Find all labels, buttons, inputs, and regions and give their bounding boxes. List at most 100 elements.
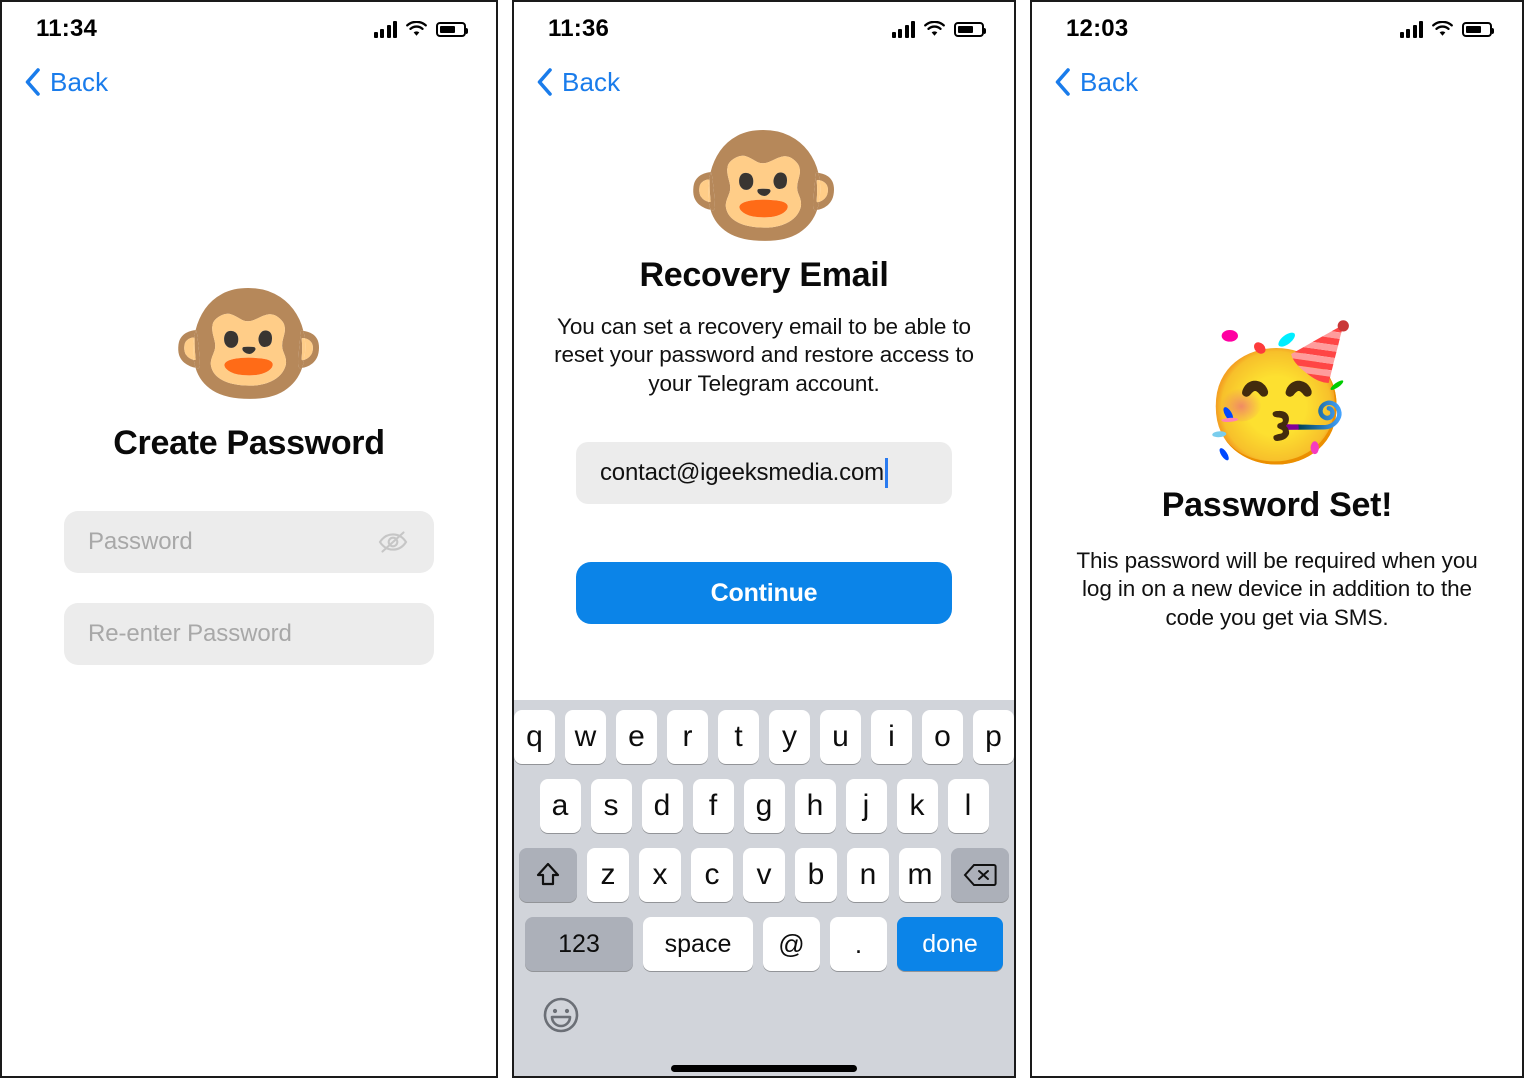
- keyboard-row-3: z x c v b n m: [519, 848, 1009, 902]
- key-a[interactable]: a: [539, 779, 581, 833]
- confirm-password-input[interactable]: Re-enter Password: [64, 603, 434, 665]
- backspace-key[interactable]: [951, 848, 1009, 902]
- navigation-bar: Back: [1032, 56, 1522, 108]
- status-bar-time: 11:36: [548, 15, 610, 42]
- back-button[interactable]: Back: [528, 63, 628, 102]
- back-button-label: Back: [562, 66, 621, 97]
- wifi-icon: [406, 20, 427, 36]
- key-c[interactable]: c: [691, 848, 733, 902]
- monkey-face-emoji: 🐵: [169, 272, 329, 415]
- period-key[interactable]: .: [830, 917, 887, 971]
- primary-action-container: Continue: [576, 562, 952, 625]
- recovery-email-form: contact@igeeksmedia.com: [576, 442, 952, 505]
- backspace-delete-icon: [963, 864, 997, 886]
- battery-icon: [436, 21, 468, 37]
- key-d[interactable]: d: [641, 779, 683, 833]
- shift-key[interactable]: [519, 848, 577, 902]
- keyboard-row-2: a s d f g h j k l: [519, 779, 1009, 833]
- key-b[interactable]: b: [795, 848, 837, 902]
- status-bar: 11:36: [514, 2, 1014, 56]
- status-bar-icons: [1399, 20, 1494, 38]
- password-input-placeholder: Password: [88, 528, 193, 555]
- password-input[interactable]: Password: [64, 511, 434, 573]
- screen-content: 🥳 Password Set! This password will be re…: [1032, 322, 1522, 1076]
- done-key[interactable]: done: [897, 917, 1003, 971]
- key-e[interactable]: e: [616, 710, 657, 764]
- key-u[interactable]: u: [820, 710, 861, 764]
- phone-screen-recovery-email: 11:36 Back 🐵 Recovery Email You can set …: [512, 0, 1016, 1078]
- chevron-left-icon: [537, 68, 552, 96]
- key-w[interactable]: w: [565, 710, 606, 764]
- phone-screen-create-password: 11:34 Back 🐵 Create Password Password Re…: [0, 0, 498, 1078]
- status-bar: 11:34: [2, 2, 496, 56]
- keyboard-row-1: q w e r t y u i o p: [514, 710, 1014, 764]
- key-h[interactable]: h: [794, 779, 836, 833]
- key-i[interactable]: i: [871, 710, 912, 764]
- home-indicator: [671, 1065, 857, 1072]
- key-r[interactable]: r: [667, 710, 708, 764]
- key-v[interactable]: v: [743, 848, 785, 902]
- monkey-face-emoji: 🐵: [684, 114, 844, 257]
- battery-icon: [954, 21, 986, 37]
- page-description: This password will be required when you …: [1076, 548, 1478, 630]
- three-screen-comparison: 11:34 Back 🐵 Create Password Password Re…: [0, 0, 1524, 1078]
- back-button-label: Back: [50, 66, 109, 97]
- continue-button[interactable]: Continue: [576, 562, 952, 625]
- numbers-key[interactable]: 123: [525, 917, 633, 971]
- wifi-icon: [1432, 20, 1453, 36]
- key-p[interactable]: p: [973, 710, 1014, 764]
- back-button-label: Back: [1080, 66, 1139, 97]
- at-sign-key[interactable]: @: [763, 917, 820, 971]
- key-f[interactable]: f: [692, 779, 734, 833]
- navigation-bar: Back: [514, 56, 1014, 108]
- key-o[interactable]: o: [922, 710, 963, 764]
- key-z[interactable]: z: [587, 848, 629, 902]
- key-q[interactable]: q: [514, 710, 555, 764]
- phone-screen-password-set: 12:03 Back 🥳 Password Set! This password…: [1030, 0, 1524, 1078]
- page-title: Create Password: [113, 424, 385, 462]
- chevron-left-icon: [1055, 68, 1070, 96]
- recovery-email-input[interactable]: contact@igeeksmedia.com: [576, 442, 952, 505]
- battery-icon: [1462, 21, 1494, 37]
- key-m[interactable]: m: [899, 848, 941, 902]
- text-cursor: [884, 458, 888, 489]
- status-bar: 12:03: [1032, 2, 1522, 56]
- key-k[interactable]: k: [896, 779, 938, 833]
- page-description: You can set a recovery email to be able …: [554, 314, 974, 396]
- page-title: Recovery Email: [639, 256, 889, 294]
- shift-arrow-icon: [536, 862, 560, 886]
- cellular-bars-icon: [1399, 20, 1423, 38]
- on-screen-keyboard: q w e r t y u i o p a s d f g h j k l z …: [514, 700, 1014, 1076]
- keyboard-row-4: 123 space @ . done: [519, 917, 1009, 971]
- key-t[interactable]: t: [718, 710, 759, 764]
- back-button[interactable]: Back: [1046, 63, 1146, 102]
- recovery-email-input-value: contact@igeeksmedia.com: [600, 459, 884, 487]
- page-title: Password Set!: [1161, 486, 1393, 524]
- confirm-password-input-placeholder: Re-enter Password: [88, 620, 292, 647]
- wifi-icon: [924, 20, 945, 36]
- smiley-face-icon[interactable]: [541, 995, 581, 1035]
- key-y[interactable]: y: [769, 710, 810, 764]
- eye-slash-icon[interactable]: [376, 528, 410, 556]
- key-j[interactable]: j: [845, 779, 887, 833]
- key-x[interactable]: x: [639, 848, 681, 902]
- status-bar-icons: [891, 20, 986, 38]
- screen-content: 🐵 Create Password Password Re-enter Pass…: [2, 272, 496, 1076]
- status-bar-icons: [373, 20, 468, 38]
- password-form: Password Re-enter Password: [64, 511, 434, 665]
- chevron-left-icon: [25, 68, 40, 96]
- keyboard-bottom-bar: [519, 986, 1009, 1044]
- cellular-bars-icon: [373, 20, 397, 38]
- key-n[interactable]: n: [847, 848, 889, 902]
- back-button[interactable]: Back: [16, 63, 116, 102]
- space-key[interactable]: space: [643, 917, 753, 971]
- cellular-bars-icon: [891, 20, 915, 38]
- status-bar-time: 11:34: [36, 15, 98, 42]
- status-bar-time: 12:03: [1066, 15, 1129, 42]
- key-s[interactable]: s: [590, 779, 632, 833]
- key-l[interactable]: l: [947, 779, 989, 833]
- partying-face-emoji: 🥳: [1197, 322, 1357, 465]
- key-g[interactable]: g: [743, 779, 785, 833]
- navigation-bar: Back: [2, 56, 496, 108]
- screen-content: 🐵 Recovery Email You can set a recovery …: [514, 114, 1014, 1076]
